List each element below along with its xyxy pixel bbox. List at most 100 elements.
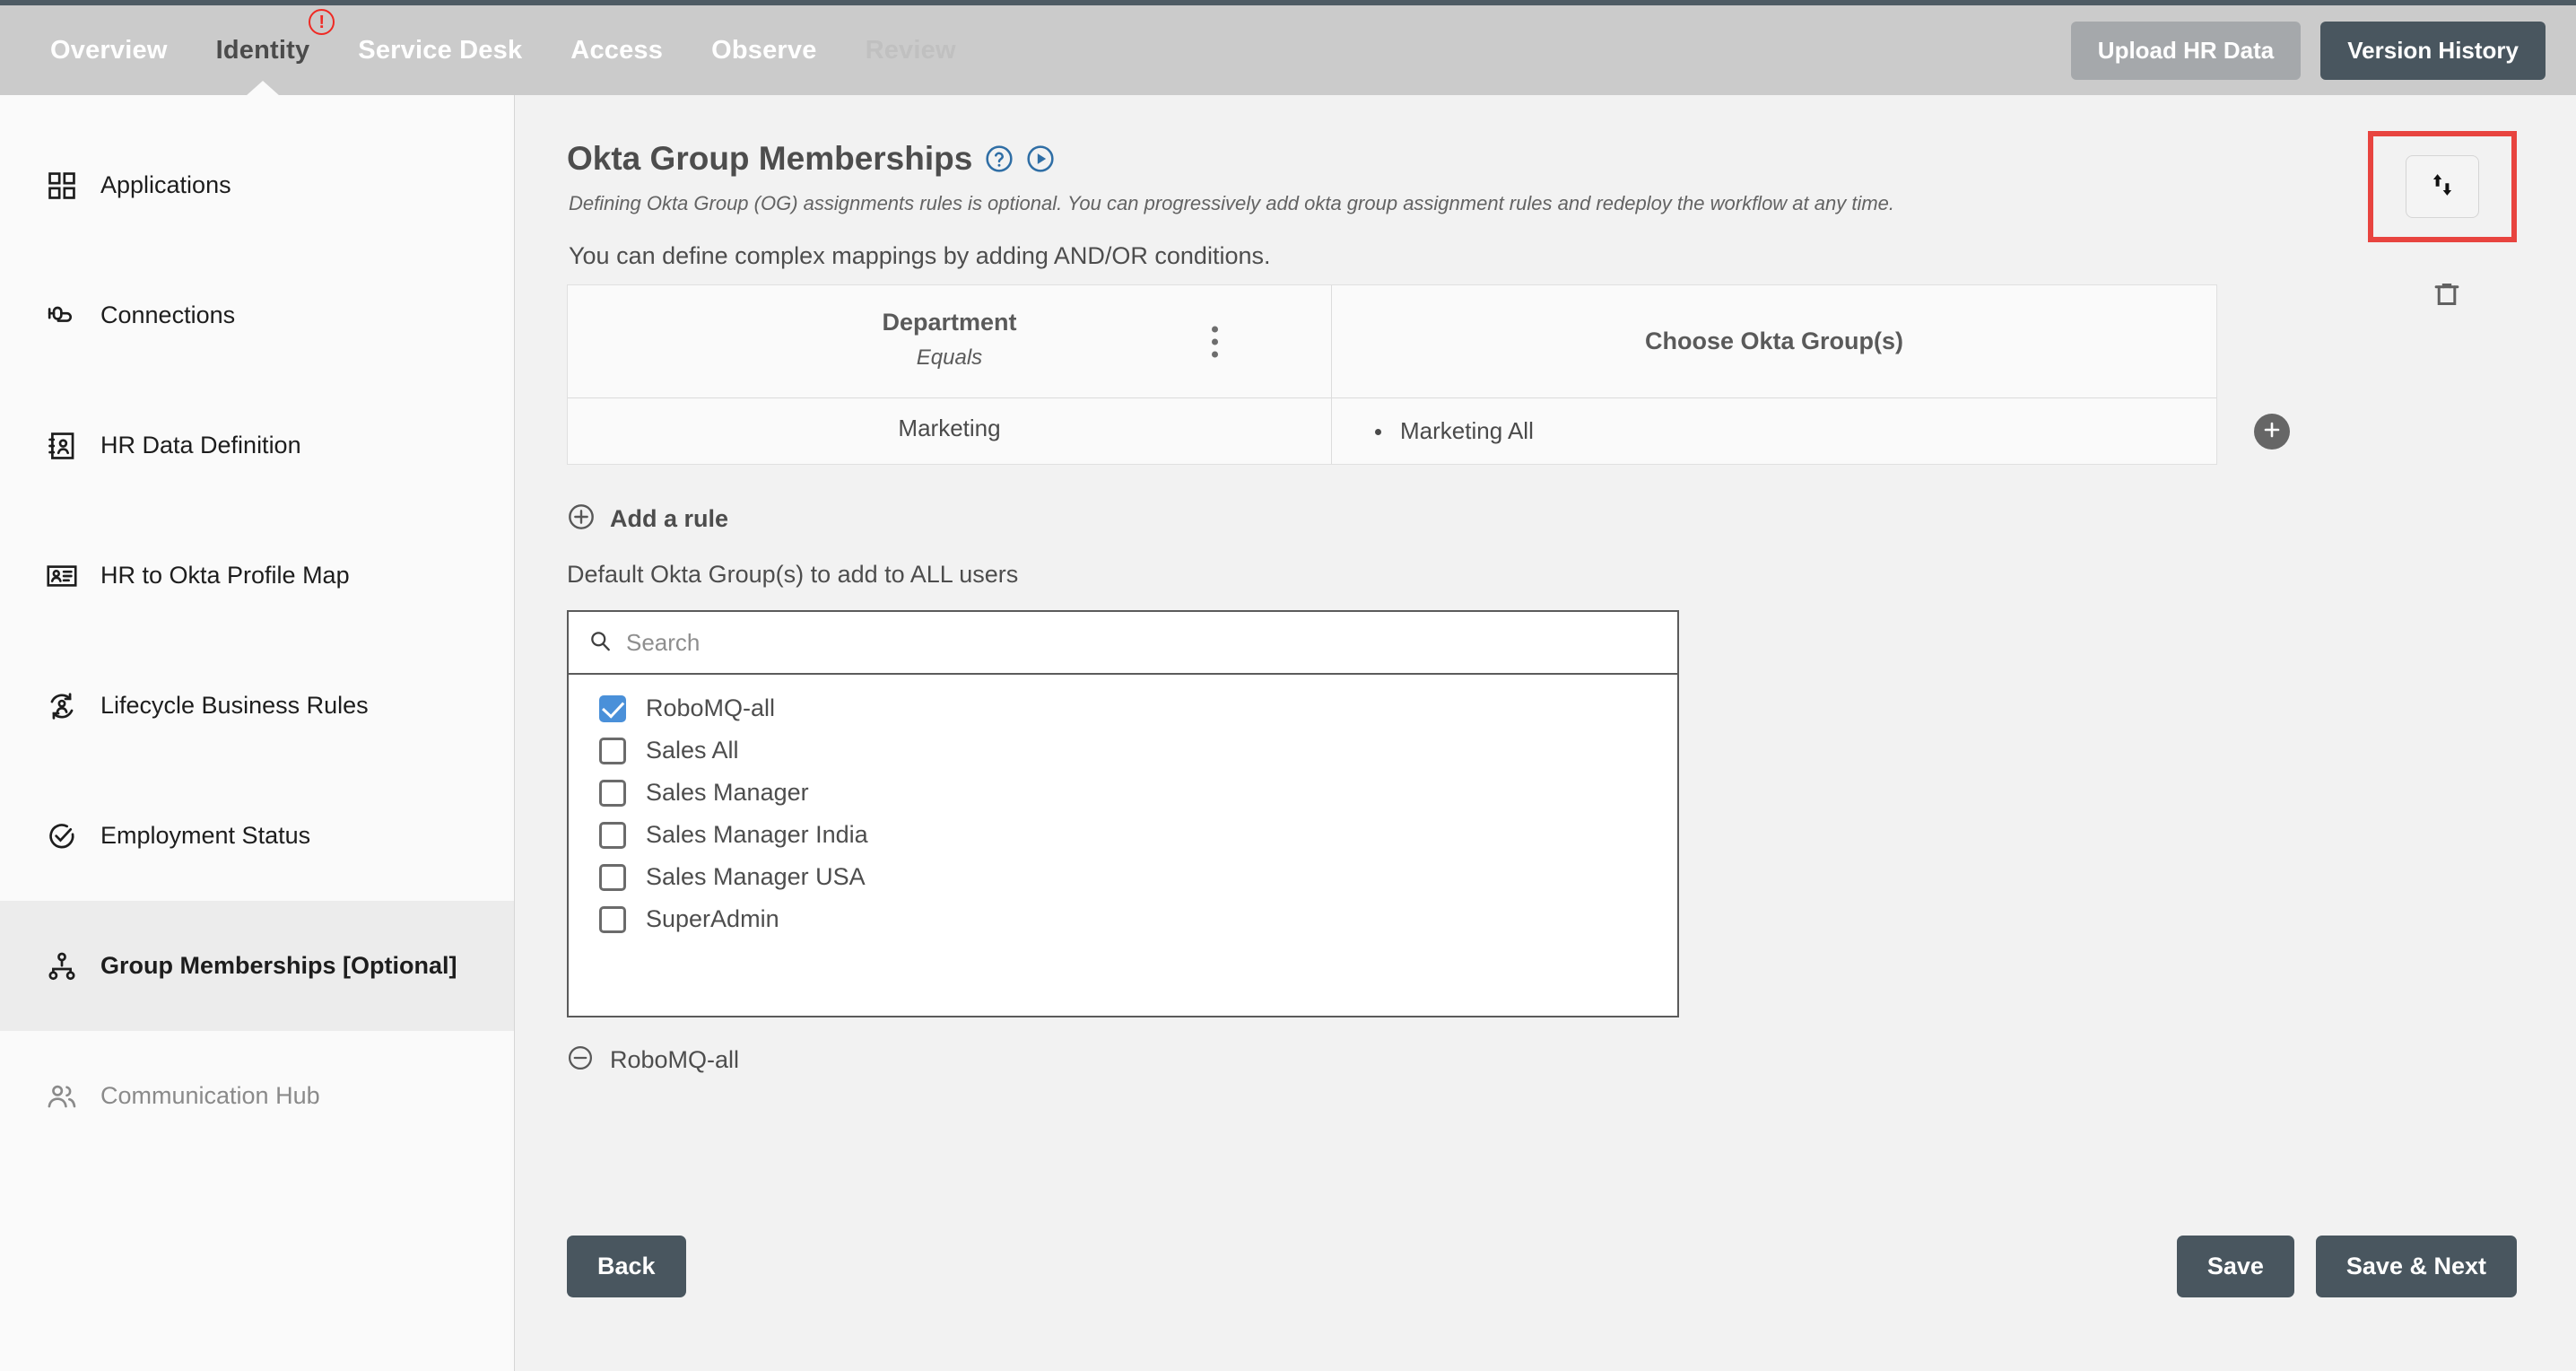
page-shell: Applications Connections HR Data Definit… (0, 95, 2576, 1371)
trash-icon (2432, 279, 2462, 314)
user-cycle-icon (43, 687, 81, 725)
right-rail (2368, 131, 2517, 321)
version-history-button[interactable]: Version History (2320, 21, 2546, 80)
sidebar-item-employment-status[interactable]: Employment Status (0, 771, 514, 901)
checkbox-unchecked-icon[interactable] (599, 905, 626, 933)
footer-right-actions: Save Save & Next (2176, 1236, 2517, 1297)
nav-tabs: Overview Identity ! Service Desk Access … (45, 5, 962, 96)
okta-group-option-label: Sales Manager India (646, 821, 868, 848)
sidebar-item-label: Group Memberships [Optional] (100, 952, 457, 979)
list-item: Marketing All (1370, 417, 1534, 445)
nav-tab-label: Service Desk (358, 35, 523, 65)
okta-group-option-label: Sales Manager (646, 779, 809, 806)
sidebar-item-label: HR Data Definition (100, 432, 301, 458)
rules-table-header-condition: Department Equals (568, 285, 1332, 397)
page-helper-text: You can define complex mappings by addin… (569, 242, 1271, 269)
add-a-rule-label: Add a rule (610, 505, 729, 532)
checkbox-unchecked-icon[interactable] (599, 863, 626, 891)
save-and-next-button[interactable]: Save & Next (2315, 1236, 2517, 1297)
nav-tab-label: Overview (50, 35, 168, 65)
assigned-groups-list: Marketing All (1370, 417, 1534, 445)
nav-tab-label: Access (570, 35, 664, 65)
org-tree-icon (43, 947, 81, 985)
okta-group-picker: RoboMQ-all Sales All Sales Manager Sales Ma… (567, 610, 1679, 1017)
rule-groups-cell[interactable]: Marketing All (1332, 398, 2216, 464)
grid-icon (43, 167, 81, 205)
okta-group-option[interactable]: Sales Manager India (569, 814, 1677, 856)
plus-circle-icon (567, 502, 596, 536)
checkbox-unchecked-icon[interactable] (599, 779, 626, 807)
save-button[interactable]: Save (2176, 1236, 2294, 1297)
topbar-actions: Upload HR Data Version History (2070, 21, 2546, 80)
search-input[interactable] (624, 627, 1658, 658)
nav-tab-label: Review (865, 35, 956, 65)
okta-group-option-label: RoboMQ-all (646, 694, 776, 721)
plug-icon (43, 297, 81, 335)
alert-badge-icon: ! (309, 9, 335, 35)
main-content: Okta Group Memberships Defining Okta Gro… (515, 95, 2576, 1371)
remove-circle-icon[interactable] (567, 1044, 594, 1076)
back-button[interactable]: Back (567, 1236, 686, 1297)
selected-group-chip: RoboMQ-all (567, 1044, 2576, 1076)
checkbox-unchecked-icon[interactable] (599, 737, 626, 764)
id-card-icon (43, 557, 81, 595)
sidebar-item-label: Employment Status (100, 822, 311, 849)
sidebar-item-lifecycle-business-rules[interactable]: Lifecycle Business Rules (0, 641, 514, 771)
okta-group-option[interactable]: Sales All (569, 729, 1677, 772)
sidebar-item-label: Applications (100, 171, 231, 198)
okta-group-option[interactable]: SuperAdmin (569, 898, 1677, 940)
help-icon[interactable] (985, 144, 1014, 173)
sidebar-item-label: Lifecycle Business Rules (100, 692, 369, 719)
sidebar-item-label: HR to Okta Profile Map (100, 562, 350, 589)
sidebar-item-communication-hub[interactable]: Communication Hub (0, 1031, 514, 1161)
users-icon (43, 1078, 81, 1115)
contact-book-icon (43, 427, 81, 465)
page-subtitle: Defining Okta Group (OG) assignments rul… (569, 192, 1895, 214)
okta-group-option-list[interactable]: RoboMQ-all Sales All Sales Manager Sales Ma… (567, 675, 1679, 1017)
okta-group-option-label: SuperAdmin (646, 905, 779, 932)
nav-tab-review[interactable]: Review (860, 5, 962, 95)
sidebar-item-hr-to-okta-profile-map[interactable]: HR to Okta Profile Map (0, 511, 514, 641)
add-row-button[interactable] (2254, 413, 2290, 450)
table-row: Marketing Marketing All (568, 398, 2216, 464)
add-a-rule-button[interactable]: Add a rule (567, 502, 728, 536)
nav-tab-label: Identity (215, 35, 310, 65)
sidebar-item-connections[interactable]: Connections (0, 250, 514, 380)
okta-group-option[interactable]: Sales Manager USA (569, 856, 1677, 898)
okta-group-option[interactable]: RoboMQ-all (569, 687, 1677, 729)
sidebar-item-applications[interactable]: Applications (0, 120, 514, 250)
okta-group-option-label: Sales All (646, 737, 739, 764)
choose-okta-groups-label: Choose Okta Group(s) (1644, 327, 1904, 354)
check-circle-icon (43, 817, 81, 855)
sidebar-item-label: Connections (100, 301, 236, 328)
nav-tab-access[interactable]: Access (565, 5, 668, 95)
nav-tab-service-desk[interactable]: Service Desk (352, 5, 527, 95)
okta-group-option[interactable]: Sales Manager (569, 772, 1677, 814)
sort-up-down-icon (2427, 170, 2458, 205)
nav-tab-identity[interactable]: Identity ! (211, 5, 335, 96)
top-navigation-bar: Overview Identity ! Service Desk Access … (0, 0, 2576, 96)
reorder-rules-button[interactable] (2406, 155, 2479, 218)
checkbox-checked-icon[interactable] (599, 694, 626, 722)
nav-tab-observe[interactable]: Observe (706, 5, 822, 95)
okta-group-option-label: Sales Manager USA (646, 863, 866, 890)
page-title-row: Okta Group Memberships (567, 140, 2576, 178)
rule-options-menu-icon[interactable] (1212, 326, 1218, 357)
search-icon (588, 629, 612, 657)
delete-rule-button[interactable] (2422, 271, 2472, 321)
rules-table: Department Equals Choose Okta Group(s) M… (567, 284, 2290, 465)
nav-tab-overview[interactable]: Overview (45, 5, 173, 95)
sidebar-item-group-memberships[interactable]: Group Memberships [Optional] (0, 901, 514, 1031)
nav-tab-label: Observe (711, 35, 817, 65)
sort-button-highlight (2368, 131, 2517, 242)
rule-value-cell[interactable]: Marketing (568, 398, 1332, 464)
rules-table-row-wrap: Marketing Marketing All (568, 398, 2290, 464)
footer-actions: Back Save Save & Next (567, 1236, 2517, 1297)
default-groups-label: Default Okta Group(s) to add to ALL user… (567, 561, 1019, 588)
sidebar-item-hr-data-definition[interactable]: HR Data Definition (0, 380, 514, 511)
checkbox-unchecked-icon[interactable] (599, 821, 626, 849)
rules-table-header: Department Equals Choose Okta Group(s) (568, 285, 2216, 398)
upload-hr-data-button[interactable]: Upload HR Data (2070, 21, 2302, 80)
play-video-icon[interactable] (1026, 144, 1055, 173)
search-box (567, 610, 1679, 675)
